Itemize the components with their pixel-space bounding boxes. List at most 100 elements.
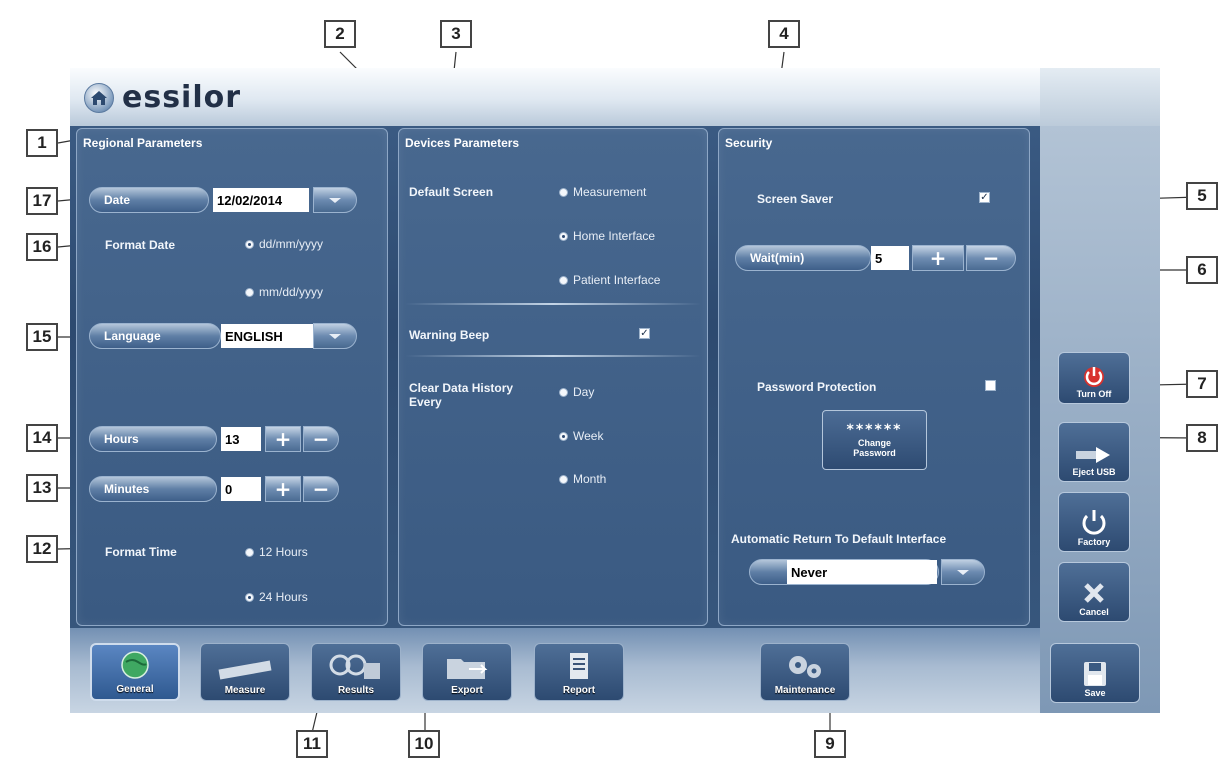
radio-icon — [245, 547, 254, 557]
header-bar: essilor — [70, 68, 1040, 126]
hours-plus-button[interactable]: + — [265, 426, 301, 452]
radio-12-hours[interactable]: 12 Hours — [245, 545, 308, 559]
brand-name: essilor — [122, 80, 242, 115]
chevron-down-icon — [329, 197, 341, 203]
auto-return-dropdown-button[interactable] — [941, 559, 985, 585]
radio-icon — [559, 387, 568, 397]
auto-return-value[interactable]: Never — [787, 560, 937, 584]
devices-parameters-panel: Devices Parameters Default Screen Measur… — [398, 128, 708, 626]
callout-9: 9 — [814, 730, 846, 758]
gears-icon — [789, 656, 821, 678]
radio-icon — [559, 187, 568, 197]
minutes-label: Minutes — [89, 476, 217, 502]
radio-day[interactable]: Day — [559, 385, 594, 399]
nav-label: Results — [337, 685, 375, 696]
radio-month[interactable]: Month — [559, 472, 606, 486]
panel-title: Security — [725, 136, 773, 150]
folder-icon — [447, 659, 488, 679]
divider — [405, 355, 701, 357]
power-icon — [1084, 367, 1104, 387]
radio-selected-icon — [559, 231, 568, 241]
radio-selected-icon — [559, 431, 568, 441]
hours-minus-button[interactable]: − — [303, 426, 339, 452]
nav-report-button[interactable]: Report — [534, 643, 624, 701]
radio-measurement[interactable]: Measurement — [559, 185, 646, 199]
nav-export-button[interactable]: Export — [422, 643, 512, 701]
radio-24-hours[interactable]: 24 Hours — [245, 590, 308, 604]
password-mask: ****** — [846, 422, 903, 438]
nav-measure-button[interactable]: Measure — [200, 643, 290, 701]
nav-label: Maintenance — [774, 685, 836, 696]
ruler-icon — [218, 660, 272, 680]
callout-10: 10 — [408, 730, 440, 758]
radio-patient-interface[interactable]: Patient Interface — [559, 273, 660, 287]
callout-11: 11 — [296, 730, 328, 758]
nav-general-button[interactable]: General — [90, 643, 180, 701]
language-value[interactable]: ENGLISH — [221, 324, 313, 348]
cancel-button[interactable]: Cancel — [1058, 562, 1130, 622]
clear-history-label: Clear Data History — [409, 381, 514, 395]
radio-icon — [559, 275, 568, 285]
security-panel: Security Screen Saver ✓ Wait(min) 5 + − … — [718, 128, 1030, 626]
regional-parameters-panel: Regional Parameters Date 12/02/2014 Form… — [76, 128, 388, 626]
callout-1: 1 — [26, 129, 58, 157]
hours-value[interactable]: 13 — [221, 427, 261, 451]
format-date-label: Format Date — [105, 238, 176, 252]
language-dropdown-button[interactable] — [313, 323, 357, 349]
callout-8: 8 — [1186, 424, 1218, 452]
nav-label: Measure — [224, 685, 266, 696]
turn-off-button[interactable]: Turn Off — [1058, 352, 1130, 404]
divider — [405, 303, 701, 305]
home-icon[interactable] — [84, 82, 114, 113]
chevron-down-icon — [957, 569, 969, 575]
close-icon — [1084, 583, 1104, 603]
radio-format-mmddyyyy[interactable]: mm/dd/yyyy — [245, 285, 323, 299]
warning-beep-label: Warning Beep — [409, 328, 490, 342]
wait-label: Wait(min) — [735, 245, 871, 271]
date-dropdown-button[interactable] — [313, 187, 357, 213]
clear-history-label-every: Every — [409, 395, 442, 409]
usb-arrow-icon — [1076, 447, 1110, 463]
date-label: Date — [89, 187, 209, 213]
radio-format-ddmmyyyy[interactable]: dd/mm/yyyy — [245, 237, 323, 251]
date-value[interactable]: 12/02/2014 — [213, 188, 309, 212]
floppy-disk-icon — [1084, 662, 1106, 686]
radio-selected-icon — [245, 239, 254, 249]
panel-title: Devices Parameters — [405, 136, 520, 150]
wait-value[interactable]: 5 — [871, 246, 909, 270]
settings-screen: essilor Regional Parameters Date 12/02/2… — [70, 68, 1160, 713]
callout-6: 6 — [1186, 256, 1218, 284]
change-password-label: Change — [857, 438, 891, 448]
screen-saver-checkbox[interactable]: ✓ — [979, 192, 990, 203]
radio-home-interface[interactable]: Home Interface — [559, 229, 655, 243]
radio-icon — [559, 474, 568, 484]
language-label: Language — [89, 323, 221, 349]
callout-4: 4 — [768, 20, 800, 48]
warning-beep-checkbox[interactable]: ✓ — [639, 328, 650, 339]
globe-icon — [121, 651, 149, 679]
wait-plus-button[interactable]: + — [912, 245, 964, 271]
format-time-label: Format Time — [105, 545, 177, 559]
minutes-value[interactable]: 0 — [221, 477, 261, 501]
factory-button[interactable]: Factory — [1058, 492, 1130, 552]
minutes-plus-button[interactable]: + — [265, 476, 301, 502]
password-protection-label: Password Protection — [757, 380, 877, 394]
report-icon — [570, 653, 588, 679]
nav-results-button[interactable]: Results — [311, 643, 401, 701]
callout-16: 16 — [26, 233, 58, 261]
save-button[interactable]: Save — [1050, 643, 1140, 703]
eject-usb-button[interactable]: Eject USB — [1058, 422, 1130, 482]
password-protection-checkbox[interactable] — [985, 380, 996, 391]
minutes-minus-button[interactable]: − — [303, 476, 339, 502]
nav-maintenance-button[interactable]: Maintenance — [760, 643, 850, 701]
radio-week[interactable]: Week — [559, 429, 603, 443]
callout-12: 12 — [26, 535, 58, 563]
radio-icon — [245, 287, 254, 297]
hours-label: Hours — [89, 426, 217, 452]
change-password-button[interactable]: ****** Change Password — [822, 410, 927, 470]
brand-logo: essilor — [84, 80, 241, 115]
results-icon — [329, 654, 380, 679]
screen-saver-label: Screen Saver — [757, 192, 834, 206]
wait-minus-button[interactable]: − — [966, 245, 1016, 271]
right-sidebar — [1040, 126, 1160, 713]
